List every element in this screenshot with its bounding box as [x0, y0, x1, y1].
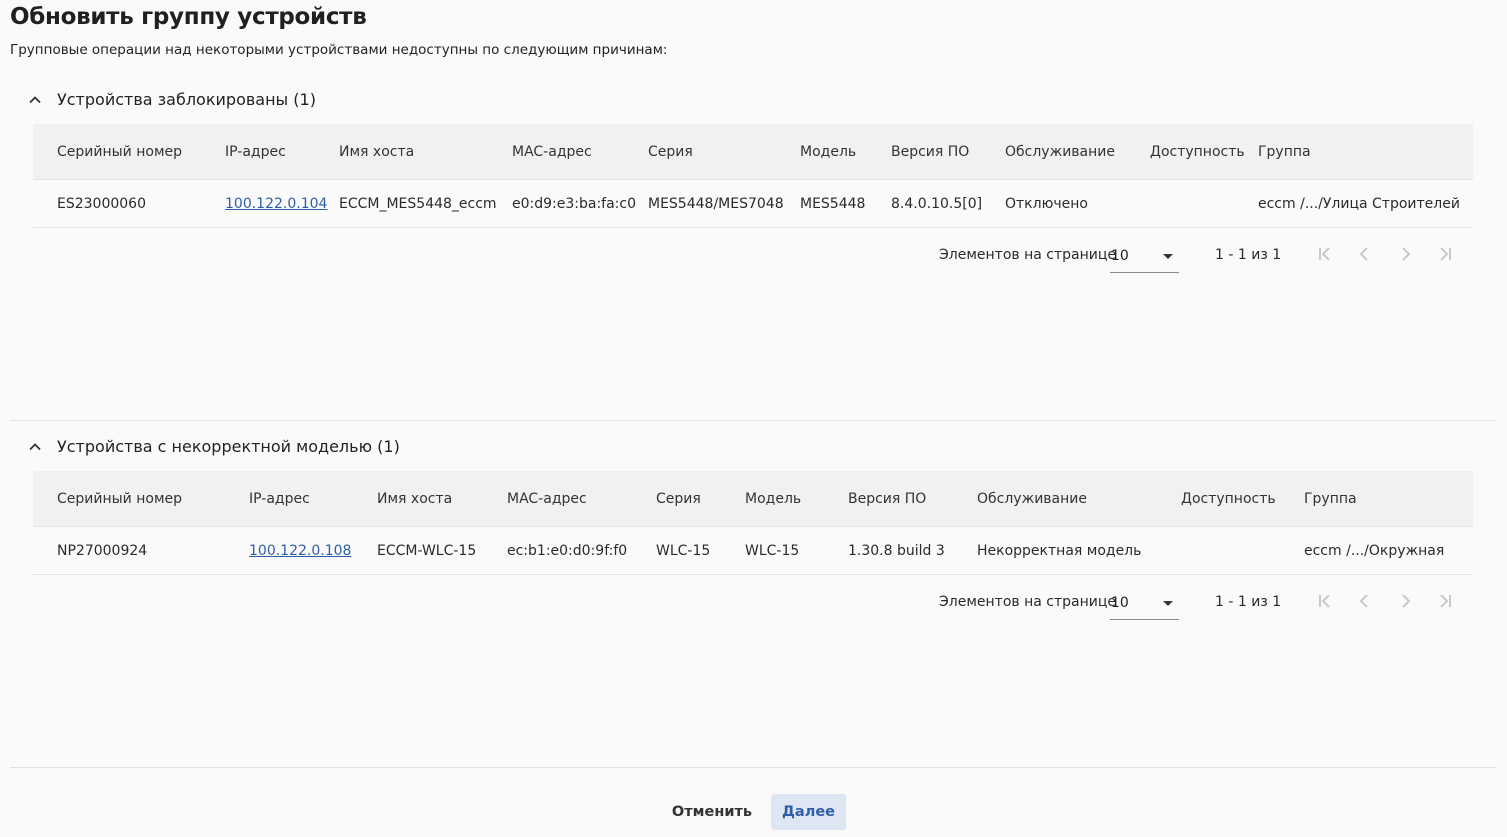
page-size-value: 10 — [1111, 248, 1129, 264]
chevron-up-icon — [29, 95, 41, 103]
first-page-button[interactable] — [1313, 589, 1337, 613]
section-toggle[interactable]: Устройства с некорректной моделью (1) — [28, 437, 400, 456]
column-header[interactable]: Версия ПО — [891, 124, 969, 179]
first-page-button[interactable] — [1313, 242, 1337, 266]
table-header: Серийный номер IP-адрес Имя хоста MAC-ад… — [33, 124, 1473, 180]
section-invalid-model-devices: Устройства с некорректной моделью (1) Се… — [10, 432, 1496, 768]
page-size-select[interactable]: 10 — [1110, 586, 1179, 620]
column-header[interactable]: Обслуживание — [1005, 124, 1115, 179]
page-size-label: Элементов на странице — [939, 594, 1116, 610]
last-page-icon — [1440, 247, 1451, 261]
section-title: Устройства с некорректной моделью (1) — [57, 437, 400, 456]
table-row[interactable]: ES23000060 100.122.0.104 ECCM_MES5448_ec… — [33, 180, 1473, 228]
first-page-icon — [1319, 247, 1330, 261]
table-row[interactable]: NP27000924 100.122.0.108 ECCM-WLC-15 ec:… — [33, 527, 1473, 575]
first-page-icon — [1319, 594, 1330, 608]
column-header[interactable]: Имя хоста — [377, 471, 452, 526]
column-header[interactable]: Доступность — [1150, 124, 1245, 179]
dropdown-arrow-icon — [1163, 601, 1173, 606]
page-size-label: Элементов на странице — [939, 247, 1116, 263]
prev-page-button[interactable] — [1353, 242, 1377, 266]
cancel-button[interactable]: Отменить — [662, 795, 762, 829]
column-header[interactable]: MAC-адрес — [507, 471, 587, 526]
column-header[interactable]: Модель — [745, 471, 801, 526]
column-header[interactable]: Обслуживание — [977, 471, 1087, 526]
devices-table: Серийный номер IP-адрес Имя хоста MAC-ад… — [33, 471, 1473, 631]
firmware-cell: 1.30.8 build 3 — [848, 542, 945, 559]
mac-cell: ec:b1:e0:d0:9f:f0 — [507, 542, 628, 559]
ip-link[interactable]: 100.122.0.108 — [249, 543, 351, 559]
column-header[interactable]: Версия ПО — [848, 471, 926, 526]
page-title: Обновить группу устройств — [10, 4, 367, 30]
paginator: Элементов на странице 10 1 - 1 из 1 — [33, 228, 1473, 284]
page-size-value: 10 — [1111, 595, 1129, 611]
next-page-button[interactable] — [1393, 242, 1417, 266]
group-cell: eccm /.../Улица Строителей — [1258, 195, 1460, 212]
service-cell: Отключено — [1005, 195, 1088, 212]
next-page-icon — [1402, 247, 1411, 261]
column-header[interactable]: Серийный номер — [57, 471, 182, 526]
table-header: Серийный номер IP-адрес Имя хоста MAC-ад… — [33, 471, 1473, 527]
group-cell: eccm /.../Окружная — [1304, 542, 1445, 559]
next-button[interactable]: Далее — [771, 794, 846, 830]
column-header[interactable]: Группа — [1304, 471, 1357, 526]
hostname-cell: ECCM-WLC-15 — [377, 542, 477, 559]
hostname-cell: ECCM_MES5448_eccm — [339, 195, 497, 212]
prev-page-button[interactable] — [1353, 589, 1377, 613]
serial-cell: NP27000924 — [57, 542, 148, 559]
last-page-button[interactable] — [1433, 242, 1457, 266]
model-cell: WLC-15 — [745, 542, 800, 559]
serial-cell: ES23000060 — [57, 195, 146, 212]
column-header[interactable]: Серия — [648, 124, 693, 179]
prev-page-icon — [1359, 247, 1368, 261]
firmware-cell: 8.4.0.10.5[0] — [891, 195, 983, 212]
series-cell: MES5448/MES7048 — [648, 195, 784, 212]
mac-cell: e0:d9:e3:ba:fa:c0 — [512, 195, 636, 212]
chevron-up-icon — [29, 442, 41, 450]
section-toggle[interactable]: Устройства заблокированы (1) — [28, 90, 316, 109]
prev-page-icon — [1359, 594, 1368, 608]
model-cell: MES5448 — [800, 195, 866, 212]
column-header[interactable]: MAC-адрес — [512, 124, 592, 179]
next-page-button[interactable] — [1393, 589, 1417, 613]
column-header[interactable]: Доступность — [1181, 471, 1276, 526]
page-subtitle: Групповые операции над некоторыми устрой… — [10, 42, 668, 58]
page-range: 1 - 1 из 1 — [1215, 594, 1282, 610]
dropdown-arrow-icon — [1163, 254, 1173, 259]
column-header[interactable]: Модель — [800, 124, 856, 179]
devices-table: Серийный номер IP-адрес Имя хоста MAC-ад… — [33, 124, 1473, 284]
service-cell: Некорректная модель — [977, 542, 1142, 559]
last-page-icon — [1440, 594, 1451, 608]
column-header[interactable]: Имя хоста — [339, 124, 414, 179]
ip-link[interactable]: 100.122.0.104 — [225, 196, 327, 212]
page-range: 1 - 1 из 1 — [1215, 247, 1282, 263]
column-header[interactable]: Серийный номер — [57, 124, 182, 179]
section-locked-devices: Устройства заблокированы (1) Серийный но… — [10, 85, 1496, 421]
section-title: Устройства заблокированы (1) — [57, 90, 316, 109]
next-page-icon — [1402, 594, 1411, 608]
page-size-select[interactable]: 10 — [1110, 239, 1179, 273]
column-header[interactable]: Группа — [1258, 124, 1311, 179]
paginator: Элементов на странице 10 1 - 1 из 1 — [33, 575, 1473, 631]
column-header[interactable]: IP-адрес — [249, 471, 310, 526]
last-page-button[interactable] — [1433, 589, 1457, 613]
column-header[interactable]: Серия — [656, 471, 701, 526]
series-cell: WLC-15 — [656, 542, 711, 559]
column-header[interactable]: IP-адрес — [225, 124, 286, 179]
